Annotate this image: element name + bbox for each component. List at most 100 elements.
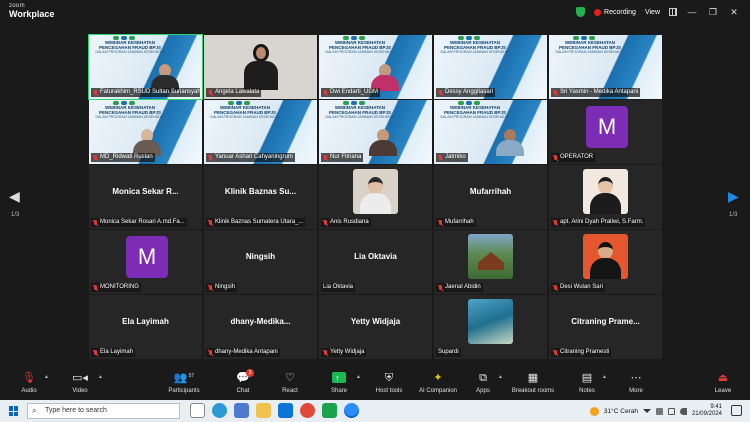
avatar: M	[126, 236, 168, 278]
profile-photo	[468, 234, 513, 279]
volume-icon[interactable]	[679, 407, 687, 415]
participant-tile[interactable]: Citraning Prame... Citraning Pramesti	[549, 295, 662, 359]
notes-options-caret-icon[interactable]: ▲	[602, 374, 607, 380]
participant-tile[interactable]: WEBINAR KESEHATAN PENCEGAHAN FRAUD BPJS …	[88, 34, 203, 100]
participant-name: Sri Yasmin - Medika Antapani	[560, 89, 639, 95]
banner-line3: DALAM PROGRAM JAMINAN KESEHATAN	[440, 115, 510, 120]
title-bar-controls: Recording View — ❐ ✕	[576, 5, 740, 19]
profile-photo	[583, 169, 628, 214]
chrome-browser-icon[interactable]	[300, 403, 315, 418]
next-page-arrow-icon[interactable]: ▶	[728, 188, 739, 205]
gallery-grid-icon[interactable]	[669, 8, 677, 16]
weather-sun-icon[interactable]	[589, 406, 599, 416]
participant-name: Citraning Pramesti	[560, 349, 610, 355]
windows-start-icon[interactable]	[9, 406, 19, 416]
mic-muted-icon	[553, 219, 558, 226]
minimize-button[interactable]: —	[686, 7, 698, 17]
participant-display-name: Ningsih	[245, 252, 276, 261]
webinar-banner: WEBINAR KESEHATAN PENCEGAHAN FRAUD BPJS …	[440, 40, 510, 54]
apps-label: Apps	[476, 388, 490, 394]
leave-button[interactable]: ⏏ Leave	[696, 370, 750, 394]
participant-tile[interactable]: WEBINAR KESEHATAN PENCEGAHAN FRAUD BPJS …	[319, 35, 432, 99]
participant-tile[interactable]: Supardi	[434, 295, 547, 359]
participant-tile[interactable]: WEBINAR KESEHATAN PENCEGAHAN FRAUD BPJS …	[434, 100, 547, 164]
participant-nameplate: Monica Sekar Rosari A.md.Fa...	[91, 218, 187, 227]
mic-muted-icon	[208, 284, 213, 291]
more-button[interactable]: ⋯ More	[609, 370, 663, 394]
prev-page-arrow-icon[interactable]: ◀	[9, 188, 20, 205]
participants-button[interactable]: 👥57 Participants	[156, 370, 212, 394]
excel-icon[interactable]	[322, 403, 337, 418]
battery-icon[interactable]	[667, 407, 675, 415]
participant-name: Mufarrihah	[445, 219, 474, 225]
participant-tile[interactable]: Lia Oktavia Lia Oktavia	[319, 230, 432, 294]
notifications-icon[interactable]	[731, 405, 742, 416]
mic-muted-icon	[438, 89, 443, 96]
participant-tile[interactable]: Desi Wulan Sari	[549, 230, 662, 294]
weather-text[interactable]: 31°C Cerah	[604, 408, 638, 415]
participants-count: 57	[188, 373, 195, 379]
breakout-rooms-button[interactable]: ▦ Breakout rooms	[503, 370, 563, 394]
participant-tile[interactable]: Angela Lawalata	[204, 35, 317, 99]
view-button[interactable]: View	[645, 9, 660, 16]
record-dot-icon	[594, 8, 602, 16]
tray-chevron-up-icon[interactable]	[642, 409, 651, 413]
taskbar-search-input[interactable]: ⌕ Type here to search	[27, 403, 180, 419]
mic-muted-icon	[438, 154, 443, 161]
webinar-banner: WEBINAR KESEHATAN PENCEGAHAN FRAUD BPJS …	[325, 40, 395, 54]
participant-tile[interactable]: WEBINAR KESEHATAN PENCEGAHAN FRAUD BPJS …	[549, 35, 662, 99]
participant-video	[244, 44, 278, 90]
security-shield-icon[interactable]	[576, 7, 586, 17]
avatar: M	[586, 106, 628, 148]
mail-icon[interactable]	[278, 403, 293, 418]
task-view-icon[interactable]	[190, 403, 205, 418]
share-options-caret-icon[interactable]: ▲	[356, 374, 361, 380]
windows-taskbar: ⌕ Type here to search 31°C Cerah 9:41 21…	[0, 400, 750, 422]
banner-line3: DALAM PROGRAM JAMINAN KESEHATAN	[325, 115, 395, 120]
participant-tile[interactable]: Anis Rusdiana	[319, 165, 432, 229]
close-button[interactable]: ✕	[728, 7, 740, 18]
mic-muted-icon	[93, 349, 98, 356]
participant-tile[interactable]: Mufarrihah Mufarrihah	[434, 165, 547, 229]
participant-tile[interactable]: M MONITORING	[89, 230, 202, 294]
maximize-button[interactable]: ❐	[707, 7, 719, 18]
participant-tile[interactable]: WEBINAR KESEHATAN PENCEGAHAN FRAUD BPJS …	[89, 100, 202, 164]
participant-tile[interactable]: Ela Layimah Ela Layimah	[89, 295, 202, 359]
file-explorer-icon[interactable]	[256, 403, 271, 418]
participant-tile[interactable]: Monica Sekar R... Monica Sekar Rosari A.…	[89, 165, 202, 229]
participant-tile[interactable]: Klinik Baznas Su... Klinik Baznas Sumate…	[204, 165, 317, 229]
participant-nameplate: Klinik Baznas Sumatera Utara_...	[206, 218, 306, 227]
participant-tile[interactable]: apt. Arini Dyah Pratiwi, S.Farm.	[549, 165, 662, 229]
brand-workplace: Workplace	[9, 9, 55, 19]
heart-react-icon: ♡	[285, 372, 295, 384]
participant-tile[interactable]: M OPERATOR	[549, 100, 662, 164]
participant-display-name: Ela Layimah	[122, 317, 169, 326]
windows-settings-icon[interactable]	[234, 403, 249, 418]
participant-video	[496, 129, 524, 156]
participant-name: Ningsih	[215, 284, 236, 290]
app-brand: zoom Workplace	[9, 3, 54, 19]
taskbar-clock[interactable]: 9:41 21/09/2024	[692, 404, 722, 418]
edge-browser-icon[interactable]	[212, 403, 227, 418]
profile-photo	[353, 169, 398, 214]
participant-tile[interactable]: WEBINAR KESEHATAN PENCEGAHAN FRAUD BPJS …	[434, 35, 547, 99]
video-options-caret-icon[interactable]: ▲	[98, 374, 103, 380]
recording-indicator[interactable]: Recording	[594, 8, 636, 16]
participant-tile[interactable]: Ningsih Ningsih	[204, 230, 317, 294]
participant-nameplate: Nur Fitriana	[321, 153, 364, 162]
network-icon[interactable]	[655, 407, 663, 415]
leave-icon: ⏏	[717, 372, 729, 384]
participant-tile[interactable]: WEBINAR KESEHATAN PENCEGAHAN FRAUD BPJS …	[319, 100, 432, 164]
audio-options-caret-icon[interactable]: ▲	[44, 374, 49, 380]
participant-tile[interactable]: dhany-Medika... dhany-Medika Antapani	[204, 295, 317, 359]
participants-label: Participants	[168, 388, 200, 394]
participant-name: Nur Fitriana	[330, 154, 362, 160]
mic-muted-icon	[553, 154, 558, 161]
participant-tile[interactable]: Yetty Widjaja Yetty Widjaja	[319, 295, 432, 359]
participant-tile[interactable]: Jaenal Abidin	[434, 230, 547, 294]
breakout-rooms-icon: ▦	[527, 372, 539, 384]
chat-button[interactable]: 💬 3 Chat	[216, 369, 270, 394]
participant-tile[interactable]: WEBINAR KESEHATAN PENCEGAHAN FRAUD BPJS …	[204, 100, 317, 164]
react-button[interactable]: ♡ React	[263, 370, 317, 394]
zoom-app-icon[interactable]	[344, 403, 359, 418]
